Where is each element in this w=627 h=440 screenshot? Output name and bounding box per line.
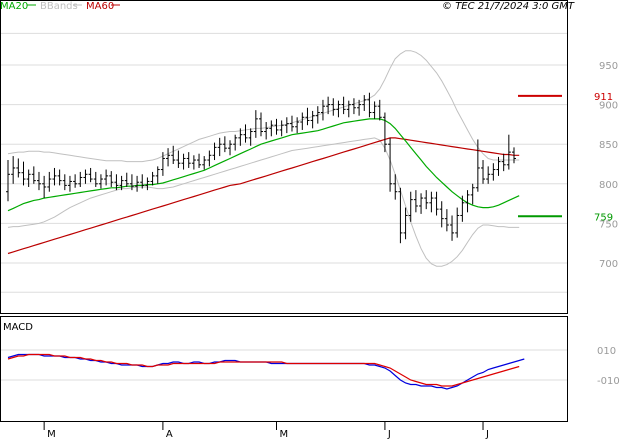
x-tick-label: J <box>387 429 391 440</box>
level-label: 911 <box>594 92 613 103</box>
macd-y-tick-label: -010 <box>597 376 620 387</box>
y-tick-label: 700 <box>599 259 618 270</box>
y-tick-label: 850 <box>599 140 618 151</box>
macd-y-axis: 010 -010 <box>597 346 620 387</box>
y-tick-label: 800 <box>599 180 618 191</box>
copyright: © TEC 21/7/2024 3:0 GMT <box>442 1 575 12</box>
legend-ma60: MA60 <box>86 1 114 12</box>
macd-panel <box>0 316 568 422</box>
price-panel <box>0 0 568 314</box>
x-tick-label: J <box>485 429 489 440</box>
macd-y-tick-label: 010 <box>597 346 616 357</box>
legend: MA20 BBands MA60 <box>0 1 120 12</box>
legend-bbands: BBands <box>40 1 78 12</box>
x-axis: MAMJJ <box>43 422 489 440</box>
x-tick-label: A <box>166 429 173 440</box>
x-tick-label: M <box>279 429 288 440</box>
stock-chart: 950900850800750700 010-010 MAMJJ 911759 … <box>0 0 620 440</box>
level-label: 759 <box>594 212 613 223</box>
x-tick-label: M <box>47 429 56 440</box>
macd-label: MACD <box>3 322 33 333</box>
y-tick-label: 950 <box>599 61 618 72</box>
legend-ma20: MA20 <box>0 1 28 12</box>
